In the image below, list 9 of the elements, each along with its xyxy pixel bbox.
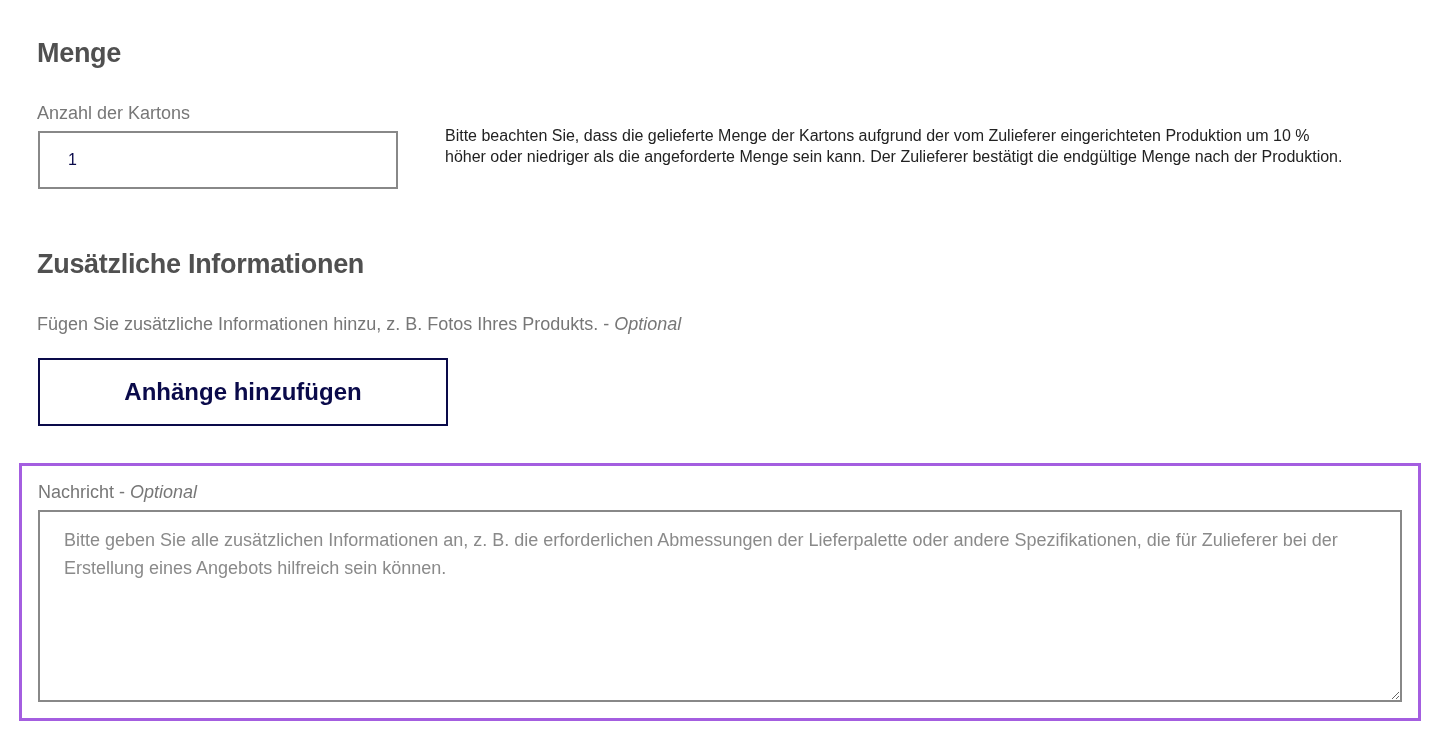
field-label: Nachricht - Optional	[38, 482, 199, 503]
description-text: Fügen Sie zusätzliche Informationen hinzu, z. B. Fotos Ihres Produkts. - Optional	[37, 314, 683, 335]
section-heading: Menge	[37, 38, 122, 69]
section-heading: Zusätzliche Informationen	[37, 249, 366, 280]
add-attachments-button[interactable]: Anhänge hinzufügen	[38, 358, 448, 426]
input-field[interactable]: 1	[38, 131, 398, 189]
info-note: Bitte beachten Sie, dass die gelieferte Menge der Kartons aufgrund der vom Zulieferer eingerichteten Produktion um 10 % höher oder niedriger als die angeforderte Menge sein kann. Der Zulieferer bestätigt die endgültige Menge nach der Produktion.	[445, 126, 1344, 167]
message-textarea[interactable]: Bitte geben Sie alle zusätzlichen Informationen an, z. B. die erforderlichen Abmessungen der Lieferpalette oder andere Spezifikationen, die für Zulieferer bei der Erstellung eines Angebots hilfreich sein können.	[38, 510, 1402, 702]
field-label: Anzahl der Kartons	[37, 103, 192, 124]
